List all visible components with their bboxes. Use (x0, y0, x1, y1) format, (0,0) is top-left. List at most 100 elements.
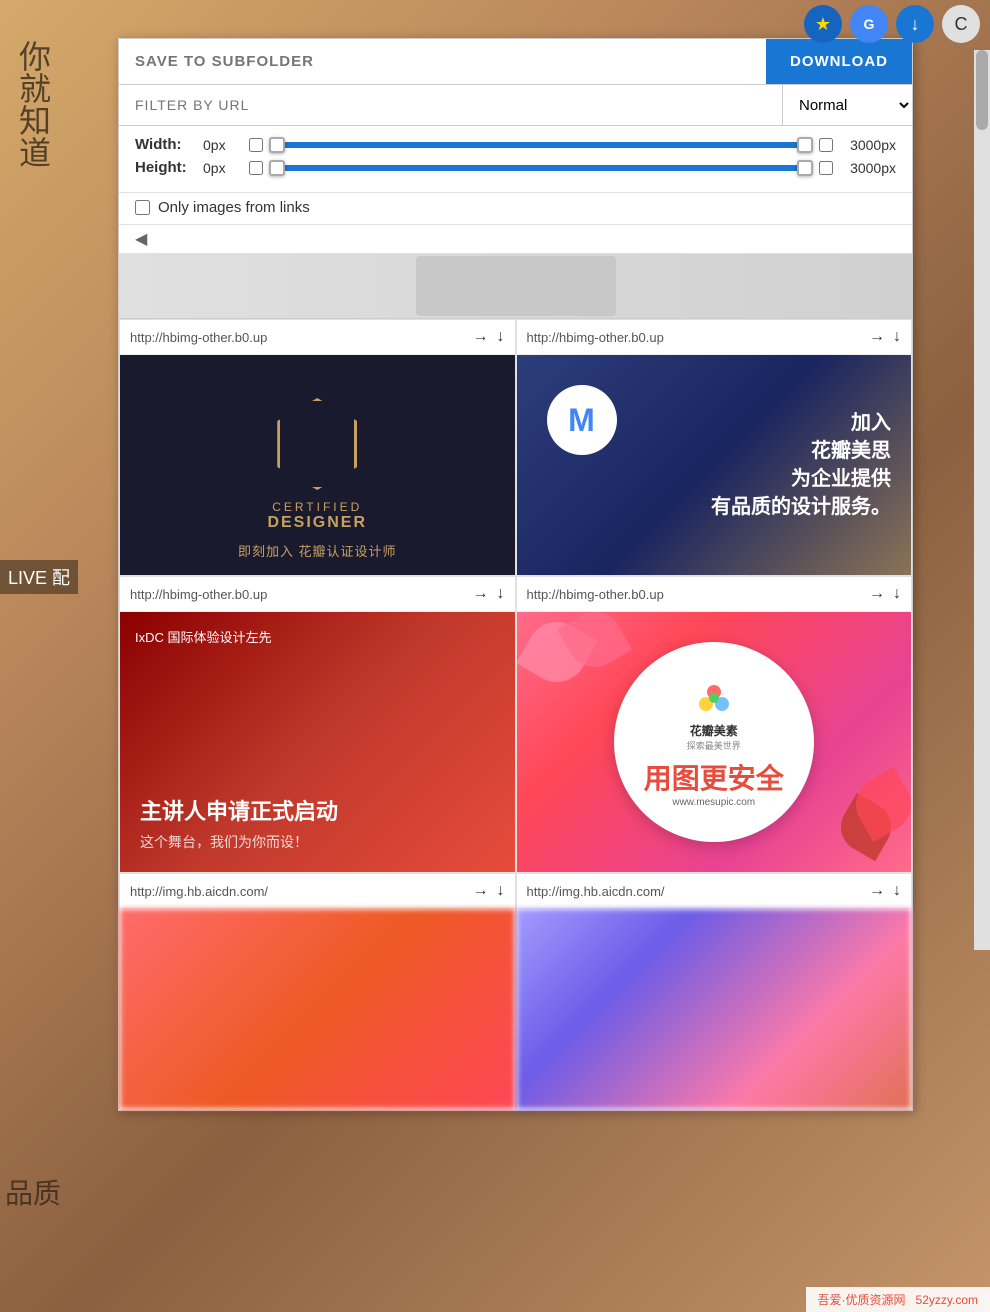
image-url-6: http://img.hb.aicdn.com/ (527, 884, 862, 899)
width-slider-row: Width: 0px 3000px (135, 136, 896, 153)
height-max-checkbox[interactable] (819, 161, 833, 175)
download-icon-2[interactable]: ↓ (893, 328, 901, 346)
scrollbar-thumb[interactable] (976, 50, 988, 130)
image-url-3: http://hbimg-other.b0.up (130, 587, 465, 602)
mesupic-tagline: 探索最美世界 (687, 739, 741, 752)
scrollbar[interactable] (974, 50, 990, 950)
open-link-arrow-4[interactable]: → (869, 585, 885, 603)
image-url-1: http://hbimg-other.b0.up (130, 330, 465, 345)
image-url-5: http://img.hb.aicdn.com/ (130, 884, 465, 899)
certified-designer-image: CERTIFIED DESIGNER 即刻加入 花瓣认证设计师 (120, 355, 515, 575)
width-slider-track[interactable] (271, 142, 811, 148)
mesupic-image: 花瓣美素 探索最美世界 用图更安全 www.mesupic.com (517, 612, 912, 872)
footer-watermark: 吾爱·优质资源网 52yzzy.com (806, 1287, 990, 1312)
huaban-title-3: 为企业提供 (711, 465, 891, 493)
browser-toolbar: ★ G ↓ C (804, 5, 980, 43)
top-bar: DOWNLOAD (119, 39, 912, 85)
mesupic-url: www.mesupic.com (672, 797, 755, 808)
star-icon[interactable]: ★ (804, 5, 842, 43)
only-images-checkbox[interactable] (135, 200, 150, 215)
download-icon-1[interactable]: ↓ (497, 328, 505, 346)
height-min-value: 0px (203, 160, 241, 176)
huaban-title: 加入 花瓣美思 为企业提供 有品质的设计服务。 (711, 409, 891, 521)
mesupic-circle: 花瓣美素 探索最美世界 用图更安全 www.mesupic.com (614, 642, 814, 842)
download-icon-6[interactable]: ↓ (893, 882, 901, 900)
ixdc-top-text: IxDC 国际体验设计左先 (135, 627, 272, 646)
ixdc-sub-text: 这个舞台，我们为你而设！ (140, 832, 495, 852)
image-url-bar-6: http://img.hb.aicdn.com/ → ↓ (517, 874, 912, 909)
red-blurred-image (120, 909, 515, 1109)
open-link-arrow-6[interactable]: → (869, 882, 885, 900)
image-item-3: http://hbimg-other.b0.up → ↓ IxDC 国际体验设计… (119, 576, 516, 873)
image-url-bar-3: http://hbimg-other.b0.up → ↓ (120, 577, 515, 612)
footer-text: 吾爱·优质资源网 (818, 1293, 906, 1307)
g-icon[interactable]: G (850, 5, 888, 43)
filter-bar: Normal Only Exclude (119, 85, 912, 126)
ixdc-image: IxDC 国际体验设计左先 主讲人申请正式启动 这个舞台，我们为你而设！ (120, 612, 515, 872)
c-icon[interactable]: C (942, 5, 980, 43)
image-url-4: http://hbimg-other.b0.up (527, 587, 862, 602)
height-label: Height: (135, 159, 195, 176)
huaban-logo-m: M (568, 402, 595, 439)
image-item-2: http://hbimg-other.b0.up → ↓ M 加入 花瓣美思 为… (516, 319, 913, 576)
mesupic-main: 用图更安全 (644, 757, 784, 797)
certified-bottom-text: 即刻加入 花瓣认证设计师 (238, 541, 397, 560)
certified-text-line2: DESIGNER (267, 514, 367, 532)
image-url-bar-1: http://hbimg-other.b0.up → ↓ (120, 320, 515, 355)
height-max-value: 3000px (841, 160, 896, 176)
width-slider-left-thumb[interactable] (269, 137, 285, 153)
image-item-1: http://hbimg-other.b0.up → ↓ CERTIFIED D… (119, 319, 516, 576)
sliders-area: Width: 0px 3000px Height: 0px 3000px (119, 126, 912, 193)
only-images-label: Only images from links (158, 199, 310, 216)
width-min-checkbox[interactable] (249, 138, 263, 152)
footer-domain: 52yzzy.com (916, 1293, 978, 1307)
width-max-value: 3000px (841, 137, 896, 153)
download-icon-3[interactable]: ↓ (497, 585, 505, 603)
download-extension-icon[interactable]: ↓ (896, 5, 934, 43)
huaban-title-2: 花瓣美思 (711, 437, 891, 465)
height-min-checkbox[interactable] (249, 161, 263, 175)
huaban-title-4: 有品质的设计服务。 (711, 493, 891, 521)
image-downloader-panel: DOWNLOAD Normal Only Exclude Width: 0px … (118, 38, 913, 1111)
bg-live-text: LIVE 配 (0, 560, 78, 594)
width-min-value: 0px (203, 137, 241, 153)
open-link-arrow-5[interactable]: → (473, 882, 489, 900)
width-slider-right-thumb[interactable] (797, 137, 813, 153)
blurred-preview (416, 256, 616, 316)
huaban-logo-circle: M (547, 385, 617, 455)
image-grid: http://hbimg-other.b0.up → ↓ CERTIFIED D… (119, 319, 912, 1110)
image-url-2: http://hbimg-other.b0.up (527, 330, 862, 345)
image-item-5: http://img.hb.aicdn.com/ → ↓ (119, 873, 516, 1110)
width-max-checkbox[interactable] (819, 138, 833, 152)
height-slider-left-thumb[interactable] (269, 160, 285, 176)
save-subfolder-input[interactable] (119, 39, 766, 84)
colorful-blurred-image (517, 909, 912, 1109)
width-label: Width: (135, 136, 195, 153)
bg-bottom-text: 品质 (5, 1172, 61, 1212)
image-item-4: http://hbimg-other.b0.up → ↓ (516, 576, 913, 873)
download-icon-5[interactable]: ↓ (497, 882, 505, 900)
mesupic-brand: 花瓣美素 (690, 722, 738, 739)
height-slider-track[interactable] (271, 165, 811, 171)
panel-arrow: ◀ (119, 225, 912, 254)
certified-text-line1: CERTIFIED (272, 500, 362, 514)
ixdc-main-text: 主讲人申请正式启动 (140, 794, 495, 826)
download-button[interactable]: DOWNLOAD (766, 39, 912, 84)
top-image-strip (119, 254, 912, 319)
image-url-bar-5: http://img.hb.aicdn.com/ → ↓ (120, 874, 515, 909)
huaban-title-1: 加入 (711, 409, 891, 437)
bg-left-text: 你就知道 (10, 40, 56, 168)
open-link-arrow-1[interactable]: → (473, 328, 489, 346)
filter-mode-select[interactable]: Normal Only Exclude (782, 85, 912, 125)
open-link-arrow-2[interactable]: → (869, 328, 885, 346)
image-url-bar-4: http://hbimg-other.b0.up → ↓ (517, 577, 912, 612)
huaban-image: M 加入 花瓣美思 为企业提供 有品质的设计服务。 (517, 355, 912, 575)
filter-url-input[interactable] (119, 85, 782, 125)
download-icon-4[interactable]: ↓ (893, 585, 901, 603)
image-item-6: http://img.hb.aicdn.com/ → ↓ (516, 873, 913, 1110)
certified-hexagon (277, 398, 357, 490)
height-slider-right-thumb[interactable] (797, 160, 813, 176)
height-slider-row: Height: 0px 3000px (135, 159, 896, 176)
image-url-bar-2: http://hbimg-other.b0.up → ↓ (517, 320, 912, 355)
open-link-arrow-3[interactable]: → (473, 585, 489, 603)
